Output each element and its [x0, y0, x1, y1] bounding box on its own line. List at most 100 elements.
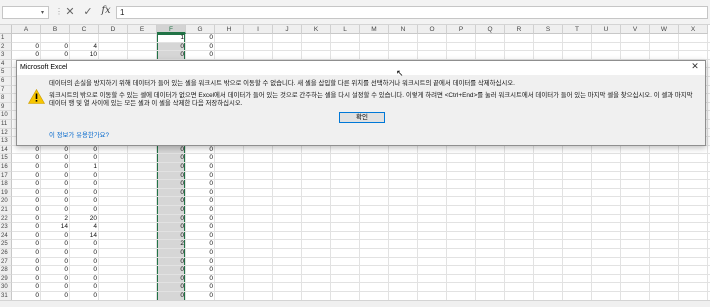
column-header-h[interactable]: H — [215, 25, 244, 34]
cell-b22[interactable]: 2 — [41, 215, 70, 224]
cell-f21[interactable]: 0 — [157, 206, 186, 215]
row-header[interactable]: 17 — [0, 171, 12, 181]
row-header[interactable]: 22 — [0, 214, 12, 224]
row-header[interactable]: 29 — [0, 274, 12, 284]
column-header-k[interactable]: K — [302, 25, 331, 34]
cell-f27[interactable]: 0 — [157, 258, 186, 267]
cell-b2[interactable]: 0 — [41, 43, 70, 52]
row-header[interactable]: 5 — [0, 68, 12, 77]
cell-f25[interactable]: 2 — [157, 240, 186, 249]
column-header-d[interactable]: D — [99, 25, 128, 34]
cell-c19[interactable]: 0 — [70, 189, 99, 198]
column-header-n[interactable]: N — [389, 25, 418, 34]
cell-b15[interactable]: 0 — [41, 154, 70, 163]
column-header-g[interactable]: G — [186, 25, 215, 34]
cell-g21[interactable]: 0 — [186, 206, 215, 215]
cell-a27[interactable]: 0 — [12, 258, 41, 267]
cell-g23[interactable]: 0 — [186, 223, 215, 232]
cell-g2[interactable]: 0 — [186, 43, 215, 52]
cell-f24[interactable]: 0 — [157, 232, 186, 241]
cell-a2[interactable]: 0 — [12, 43, 41, 52]
row-header[interactable]: 4 — [0, 59, 12, 69]
row-header[interactable]: 21 — [0, 206, 12, 215]
cell-a14[interactable]: 0 — [12, 146, 41, 155]
enter-icon[interactable]: ✓ — [82, 5, 94, 19]
cell-c21[interactable]: 0 — [70, 206, 99, 215]
cell-c17[interactable]: 0 — [70, 172, 99, 181]
cell-f1[interactable]: 1 — [157, 34, 186, 43]
help-feedback-link[interactable]: 이 정보가 유용한가요? — [49, 130, 109, 139]
cell-c15[interactable]: 0 — [70, 154, 99, 163]
column-header-m[interactable]: M — [360, 25, 389, 34]
cell-a15[interactable]: 0 — [12, 154, 41, 163]
column-header-x[interactable]: X — [679, 25, 708, 34]
cell-c2[interactable]: 4 — [70, 43, 99, 52]
cell-b19[interactable]: 0 — [41, 189, 70, 198]
cell-a3[interactable]: 0 — [12, 51, 41, 60]
cell-c1[interactable] — [70, 34, 99, 43]
cell-a19[interactable]: 0 — [12, 189, 41, 198]
cell-f30[interactable]: 0 — [157, 283, 186, 292]
column-header-r[interactable]: R — [505, 25, 534, 34]
column-header-j[interactable]: J — [273, 25, 302, 34]
cell-f2[interactable]: 0 — [157, 43, 186, 52]
cell-a23[interactable]: 0 — [12, 223, 41, 232]
row-header[interactable]: 27 — [0, 257, 12, 267]
row-header[interactable]: 15 — [0, 154, 12, 163]
column-header-c[interactable]: C — [70, 25, 99, 34]
cell-a16[interactable]: 0 — [12, 163, 41, 172]
cell-c26[interactable]: 0 — [70, 249, 99, 258]
row-header[interactable]: 6 — [0, 77, 12, 86]
cell-f29[interactable]: 0 — [157, 275, 186, 284]
cell-g27[interactable]: 0 — [186, 258, 215, 267]
cell-c30[interactable]: 0 — [70, 283, 99, 292]
cell-c29[interactable]: 0 — [70, 275, 99, 284]
cell-f28[interactable]: 0 — [157, 266, 186, 275]
cell-b17[interactable]: 0 — [41, 172, 70, 181]
cell-f18[interactable]: 0 — [157, 180, 186, 189]
cell-g3[interactable]: 0 — [186, 51, 215, 60]
column-header-e[interactable]: E — [128, 25, 157, 34]
select-all-corner[interactable] — [0, 25, 12, 34]
cell-b21[interactable]: 0 — [41, 206, 70, 215]
cell-c16[interactable]: 1 — [70, 163, 99, 172]
cell-b29[interactable]: 0 — [41, 275, 70, 284]
cell-a18[interactable]: 0 — [12, 180, 41, 189]
cell-f20[interactable]: 0 — [157, 197, 186, 206]
chevron-down-icon[interactable]: ▾ — [41, 9, 44, 16]
cell-f3[interactable]: 0 — [157, 51, 186, 60]
cell-c25[interactable]: 0 — [70, 240, 99, 249]
cell-a24[interactable]: 0 — [12, 232, 41, 241]
cell-b27[interactable]: 0 — [41, 258, 70, 267]
insert-function-icon[interactable]: fx — [100, 5, 112, 19]
cell-g18[interactable]: 0 — [186, 180, 215, 189]
cell-g30[interactable]: 0 — [186, 283, 215, 292]
cell-c18[interactable]: 0 — [70, 180, 99, 189]
cell-c24[interactable]: 14 — [70, 232, 99, 241]
column-header-s[interactable]: S — [534, 25, 563, 34]
cell-g16[interactable]: 0 — [186, 163, 215, 172]
cell-f26[interactable]: 0 — [157, 249, 186, 258]
cell-b23[interactable]: 14 — [41, 223, 70, 232]
cell-f16[interactable]: 0 — [157, 163, 186, 172]
column-header-l[interactable]: L — [331, 25, 360, 34]
cell-a22[interactable]: 0 — [12, 215, 41, 224]
column-header-f[interactable]: F — [157, 25, 186, 34]
cell-g14[interactable]: 0 — [186, 146, 215, 155]
cell-a29[interactable]: 0 — [12, 275, 41, 284]
cell-c22[interactable]: 20 — [70, 215, 99, 224]
row-header[interactable]: 7 — [0, 85, 12, 95]
cell-a28[interactable]: 0 — [12, 266, 41, 275]
cell-a21[interactable]: 0 — [12, 206, 41, 215]
row-header[interactable]: 3 — [0, 51, 12, 60]
cell-b18[interactable]: 0 — [41, 180, 70, 189]
cell-b14[interactable]: 0 — [41, 146, 70, 155]
cell-a30[interactable]: 0 — [12, 283, 41, 292]
column-header-q[interactable]: Q — [476, 25, 505, 34]
cancel-icon[interactable]: ✕ — [64, 5, 76, 19]
row-header[interactable]: 1 — [0, 34, 12, 43]
cell-f22[interactable]: 0 — [157, 215, 186, 224]
row-header[interactable]: 20 — [0, 197, 12, 206]
cell-c27[interactable]: 0 — [70, 258, 99, 267]
cell-b20[interactable]: 0 — [41, 197, 70, 206]
